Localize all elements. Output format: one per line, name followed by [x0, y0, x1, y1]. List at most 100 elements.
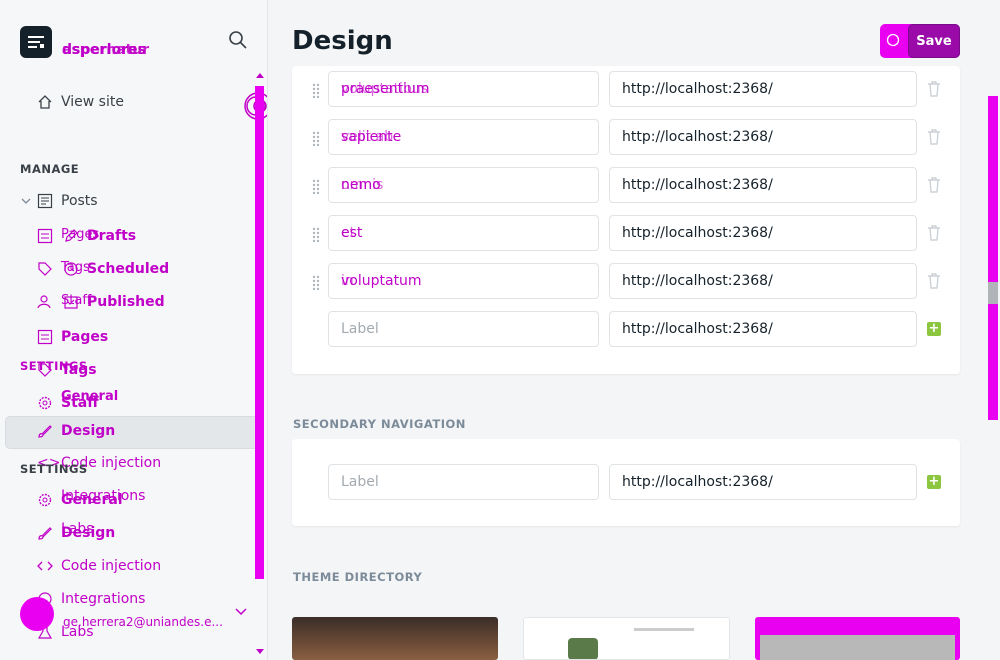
- pages-icon: [37, 329, 53, 345]
- sidebar-item-integrations[interactable]: Integrations: [37, 591, 145, 607]
- secondary-nav-new-row: Label http://localhost:2368/ +: [292, 464, 960, 502]
- theme-thumbnail[interactable]: [755, 617, 960, 660]
- secondary-navigation-title: SECONDARY NAVIGATION: [293, 417, 466, 431]
- sidebar-item-drafts[interactable]: Drafts: [63, 228, 136, 244]
- user-icon: [37, 295, 51, 309]
- nav-row: in voluptatum http://localhost:2368/: [292, 263, 960, 301]
- posts-icon: [37, 193, 53, 209]
- view-site-link[interactable]: View site: [37, 94, 124, 110]
- nav-label-input[interactable]: omnis nemo: [328, 167, 599, 203]
- new-nav-url-input[interactable]: http://localhost:2368/: [609, 311, 917, 347]
- save-button[interactable]: Save: [880, 24, 960, 58]
- trash-icon[interactable]: [927, 177, 941, 193]
- nav-label-value: sapiente: [341, 129, 402, 145]
- nav-label-value: voluptatum: [341, 273, 422, 289]
- nav-label-input[interactable]: in voluptatum: [328, 263, 599, 299]
- add-item-button[interactable]: +: [927, 322, 941, 336]
- nav-url-input[interactable]: http://localhost:2368/: [609, 167, 917, 203]
- sidebar-item-drafts-label: Drafts: [87, 228, 137, 244]
- sidebar-item-general-label: General: [61, 492, 123, 508]
- sidebar-item-pages-label: Pages: [61, 329, 109, 345]
- nav-url-input[interactable]: http://localhost:2368/: [609, 119, 917, 155]
- sidebar-item-tags[interactable]: Tags: [37, 362, 97, 378]
- sidebar-item-tags-label: Tags: [61, 362, 97, 378]
- brush-icon: [38, 527, 52, 540]
- theme-thumbnail-image: [760, 635, 955, 660]
- settings-section-label: SETTINGS: [20, 462, 88, 476]
- clock-icon: [64, 262, 78, 276]
- page-title: Design: [292, 26, 393, 56]
- nav-row: et est http://localhost:2368/: [292, 215, 960, 253]
- secondary-navigation-card: Label http://localhost:2368/ +: [292, 439, 960, 526]
- secondary-url-input[interactable]: http://localhost:2368/: [609, 464, 917, 500]
- trash-icon[interactable]: [927, 81, 941, 97]
- drag-handle-icon[interactable]: [312, 131, 320, 147]
- theme-thumbnail[interactable]: [523, 617, 730, 660]
- check-circle-icon: [886, 33, 900, 47]
- theme-directory-title: THEME DIRECTORY: [293, 570, 423, 584]
- sidebar-scrollbar[interactable]: [255, 86, 264, 579]
- sidebar-item-general[interactable]: General: [37, 492, 123, 508]
- avatar[interactable]: [20, 597, 54, 631]
- new-nav-label-input[interactable]: Label: [328, 311, 599, 347]
- home-icon: [38, 95, 52, 109]
- secondary-label-input[interactable]: Label: [328, 464, 599, 500]
- pages-icon: [37, 228, 53, 244]
- drag-handle-icon[interactable]: [312, 83, 320, 99]
- trash-icon[interactable]: [927, 273, 941, 289]
- sidebar-item-code-injection-label: Code injection: [61, 558, 162, 574]
- sidebar-item-published[interactable]: Published: [63, 294, 165, 310]
- view-site-label: View site: [61, 94, 124, 110]
- gear-icon: [38, 493, 52, 507]
- sidebar-item-design-2[interactable]: Design: [37, 525, 115, 541]
- main-scrollbar[interactable]: [988, 96, 998, 420]
- manage-section-label: MANAGE: [20, 162, 80, 176]
- sidebar-item-pages[interactable]: Pages: [37, 329, 108, 345]
- nav-row: velit ab sapiente http://localhost:2368/: [292, 119, 960, 157]
- trash-icon[interactable]: [927, 225, 941, 241]
- published-icon: [64, 296, 78, 309]
- main-scrollbar-thumb[interactable]: [988, 282, 998, 304]
- nav-label-input[interactable]: et est: [328, 215, 599, 251]
- chevron-down-icon[interactable]: [234, 607, 248, 617]
- brand-name-b: aspernatur: [62, 42, 150, 58]
- nav-label-value: nemo: [341, 177, 381, 193]
- nav-url-input[interactable]: http://localhost:2368/: [609, 263, 917, 299]
- sidebar-item-posts[interactable]: Posts: [20, 193, 98, 209]
- nav-url-input[interactable]: http://localhost:2368/: [609, 71, 917, 107]
- nav-label-input[interactable]: voluptatibus praesentium: [328, 71, 599, 107]
- sidebar-item-posts-label: Posts: [61, 193, 98, 209]
- gear-icon: [38, 396, 52, 410]
- code-icon: [37, 561, 53, 571]
- sidebar-item-tags-ghost[interactable]: [37, 261, 61, 277]
- sidebar-item-pages-ghost[interactable]: [37, 228, 61, 244]
- nav-row: omnis nemo http://localhost:2368/: [292, 167, 960, 205]
- add-secondary-item-button[interactable]: +: [927, 475, 941, 489]
- drag-handle-icon[interactable]: [312, 179, 320, 195]
- nav-label-input[interactable]: velit ab sapiente: [328, 119, 599, 155]
- sidebar-item-design[interactable]: Design: [37, 423, 115, 439]
- scroll-down-arrow-icon[interactable]: [256, 649, 264, 654]
- brand[interactable]: dsperlores aspernatur: [20, 26, 149, 58]
- theme-thumbnail-plant: [568, 638, 598, 659]
- nav-new-row: Label http://localhost:2368/ +: [292, 311, 960, 349]
- trash-icon[interactable]: [927, 129, 941, 145]
- saved-indicator: [886, 33, 900, 47]
- tag-icon: [38, 262, 52, 276]
- brand-logo: [20, 26, 52, 58]
- nav-label-value: est: [341, 225, 363, 241]
- sidebar-item-staff-ghost[interactable]: [37, 294, 61, 310]
- sidebar-item-integrations-label: Integrations: [61, 591, 146, 607]
- pencil-icon: [65, 229, 78, 242]
- scroll-up-arrow-icon[interactable]: [256, 73, 264, 78]
- sidebar-item-scheduled[interactable]: Scheduled: [63, 261, 169, 277]
- ghost-general-label: General: [61, 389, 119, 404]
- drag-handle-icon[interactable]: [312, 227, 320, 243]
- drag-handle-icon[interactable]: [312, 275, 320, 291]
- theme-thumbnail-line: [634, 628, 694, 631]
- nav-url-input[interactable]: http://localhost:2368/: [609, 215, 917, 251]
- search-icon[interactable]: [228, 30, 248, 50]
- sidebar-item-code-injection[interactable]: Code injection: [37, 558, 161, 574]
- chevron-down-icon[interactable]: [20, 195, 32, 207]
- theme-thumbnail[interactable]: [292, 617, 498, 660]
